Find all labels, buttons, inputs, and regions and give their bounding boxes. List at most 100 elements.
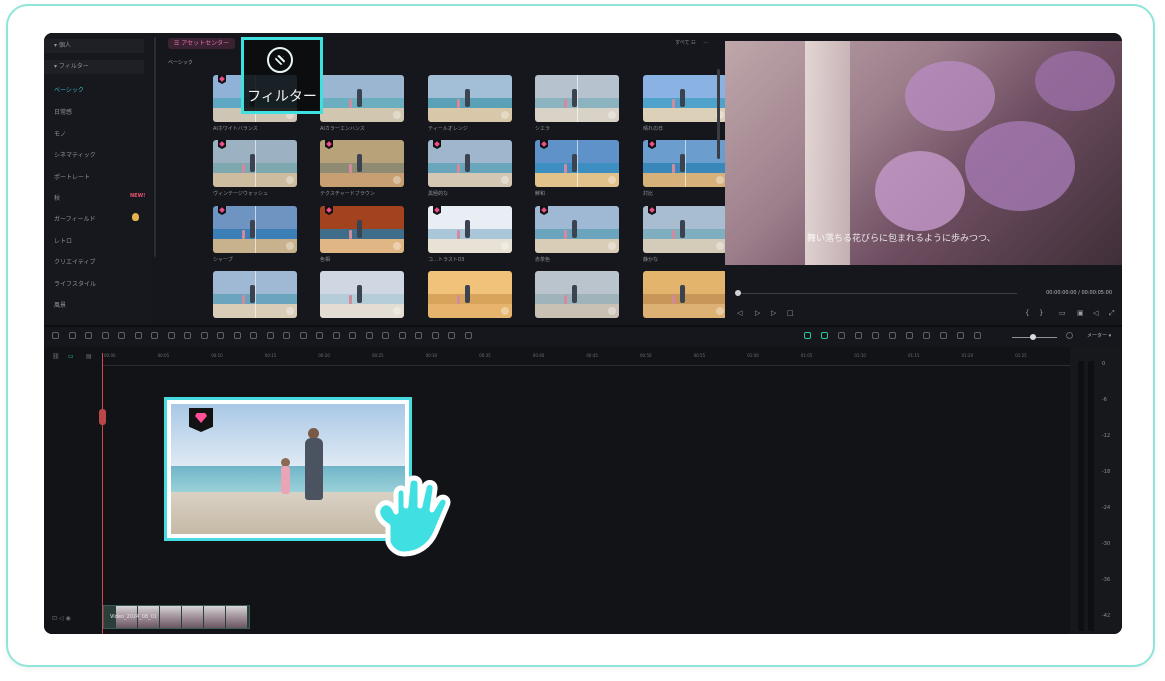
prev-frame-icon[interactable]: ◁ bbox=[737, 309, 742, 317]
keyframe-icon[interactable] bbox=[299, 332, 307, 339]
download-icon[interactable] bbox=[501, 176, 509, 184]
filter-thumbnail[interactable] bbox=[643, 271, 727, 318]
mark-in-icon[interactable]: { bbox=[1025, 309, 1029, 317]
stabilize-icon[interactable] bbox=[365, 332, 373, 339]
download-icon[interactable] bbox=[716, 307, 724, 315]
filter-thumbnail[interactable] bbox=[643, 206, 727, 253]
filter-thumbnail[interactable] bbox=[428, 206, 512, 253]
playback-scrubber[interactable] bbox=[735, 290, 741, 296]
meter-dropdown[interactable]: メーター ▾ bbox=[1087, 332, 1111, 339]
filter-thumbnail[interactable] bbox=[320, 140, 404, 187]
sidebar-item-retro[interactable]: レトロ bbox=[54, 236, 72, 245]
motion-track-icon[interactable] bbox=[821, 332, 828, 339]
sidebar-item-autumn[interactable]: 秋 bbox=[54, 193, 60, 202]
play-icon[interactable]: ▷ bbox=[771, 309, 776, 317]
audio-icon[interactable] bbox=[316, 332, 323, 339]
filter-thumbnail[interactable] bbox=[428, 140, 512, 187]
playhead-handle[interactable] bbox=[99, 409, 106, 425]
video-clip[interactable]: Video_2024_08_01 bbox=[103, 605, 250, 629]
layout-icon[interactable] bbox=[52, 332, 59, 339]
filter-thumbnail[interactable] bbox=[320, 271, 404, 318]
marker-icon[interactable] bbox=[415, 332, 422, 339]
effect-icon[interactable] bbox=[855, 332, 862, 339]
volume-icon[interactable]: ◁ bbox=[1093, 309, 1098, 317]
sidebar-scrollbar[interactable] bbox=[154, 37, 156, 257]
download-icon[interactable] bbox=[501, 307, 509, 315]
filter-thumbnail[interactable] bbox=[535, 75, 619, 122]
group-icon[interactable] bbox=[448, 332, 455, 339]
timer-icon[interactable] bbox=[398, 332, 406, 339]
split-icon[interactable] bbox=[134, 332, 142, 339]
sidebar-item-cinematic[interactable]: シネマティック bbox=[54, 150, 96, 159]
step-forward-icon[interactable]: ▷ bbox=[755, 309, 760, 317]
waveform-icon[interactable] bbox=[431, 332, 439, 339]
render-preview-icon[interactable]: ▭ bbox=[1059, 309, 1066, 317]
download-icon[interactable] bbox=[393, 111, 401, 119]
filter-thumbnail[interactable] bbox=[320, 206, 404, 253]
zoom-plus-icon[interactable] bbox=[1066, 332, 1073, 339]
filter-thumbnail[interactable] bbox=[213, 206, 297, 253]
download-icon[interactable] bbox=[501, 242, 509, 250]
filter-thumbnail[interactable] bbox=[428, 75, 512, 122]
filter-thumbnail[interactable] bbox=[535, 206, 619, 253]
more-options-icon[interactable]: ··· bbox=[703, 40, 708, 46]
mask-icon[interactable] bbox=[217, 332, 224, 339]
playback-progress-track[interactable] bbox=[737, 293, 1017, 294]
download-icon[interactable] bbox=[608, 242, 616, 250]
link-icon[interactable]: ⛓ bbox=[52, 353, 60, 360]
mic-icon[interactable] bbox=[906, 332, 913, 339]
speed-icon[interactable] bbox=[233, 332, 241, 339]
download-icon[interactable] bbox=[608, 176, 616, 184]
pip-icon[interactable] bbox=[957, 332, 964, 339]
download-icon[interactable] bbox=[286, 242, 294, 250]
freeze-icon[interactable] bbox=[250, 332, 257, 339]
filter-thumbnail[interactable] bbox=[535, 271, 619, 318]
transition-icon[interactable] bbox=[382, 332, 389, 339]
filter-all-dropdown[interactable]: すべて ☷ ··· bbox=[675, 39, 708, 46]
filter-thumbnail[interactable] bbox=[643, 75, 727, 122]
redo-icon[interactable] bbox=[101, 332, 109, 339]
sidebar-item-mono[interactable]: モノ bbox=[54, 129, 66, 138]
render-icon[interactable] bbox=[940, 332, 947, 339]
text-icon[interactable] bbox=[184, 332, 191, 339]
sidebar-item-filter[interactable]: ▾ フィルター bbox=[44, 60, 144, 74]
sidebar-item-creative[interactable]: クリエイティブ bbox=[54, 257, 96, 266]
undo-icon[interactable] bbox=[85, 332, 92, 339]
mark-out-icon[interactable]: } bbox=[1039, 309, 1043, 317]
filter-thumbnail[interactable] bbox=[213, 140, 297, 187]
sidebar-item-lifestyle[interactable]: ライフスタイル bbox=[54, 279, 96, 288]
shield-icon[interactable] bbox=[889, 332, 896, 339]
time-ruler[interactable]: 00:00 00:05 00:10 00:15 00:20 00:25 00:30 00:35… bbox=[102, 353, 1070, 367]
download-icon[interactable] bbox=[393, 176, 401, 184]
sidebar-item-basic[interactable]: ベーシック bbox=[54, 85, 84, 94]
track-manage-icon[interactable]: ▤ bbox=[86, 353, 92, 360]
zoom-minus-icon[interactable] bbox=[974, 332, 981, 339]
download-icon[interactable] bbox=[501, 111, 509, 119]
filter-thumbnail[interactable] bbox=[428, 271, 512, 318]
zoom-in-icon[interactable] bbox=[332, 332, 340, 339]
filter-all-label[interactable]: すべて ☷ bbox=[675, 40, 696, 46]
download-icon[interactable] bbox=[608, 111, 616, 119]
download-icon[interactable] bbox=[286, 176, 294, 184]
ai-icon[interactable] bbox=[283, 332, 290, 339]
pen-icon[interactable] bbox=[167, 332, 175, 339]
asset-center-button[interactable]: ☰ アセットセンター bbox=[168, 38, 236, 49]
stop-icon[interactable]: □ bbox=[787, 309, 794, 317]
filter-thumbnail[interactable] bbox=[643, 140, 727, 187]
filter-thumbnail[interactable] bbox=[320, 75, 404, 122]
playhead[interactable] bbox=[102, 353, 103, 634]
sidebar-item-personal[interactable]: ▾ 個人 bbox=[44, 39, 144, 53]
sticker-icon[interactable] bbox=[838, 332, 845, 339]
sidebar-item-portrait[interactable]: ポートレート bbox=[54, 172, 90, 181]
snapshot-icon[interactable]: ▣ bbox=[1077, 309, 1084, 317]
select-icon[interactable] bbox=[68, 332, 76, 339]
sidebar-item-landscape[interactable]: 風景 bbox=[54, 300, 66, 309]
fullscreen-icon[interactable]: ⤢ bbox=[1109, 309, 1115, 318]
filter-thumbnail[interactable] bbox=[213, 271, 297, 318]
delete-icon[interactable] bbox=[118, 332, 125, 339]
video-track-lock-icon[interactable]: ⊡ ◁ ◉ bbox=[52, 615, 71, 622]
sidebar-item-garfield[interactable]: ガーフィールド bbox=[54, 214, 96, 223]
video-preview[interactable]: 舞い落ちる花びらに包まれるように歩みつつ、 bbox=[725, 41, 1122, 265]
filter-thumbnail[interactable] bbox=[535, 140, 619, 187]
caption-icon[interactable] bbox=[923, 332, 930, 339]
